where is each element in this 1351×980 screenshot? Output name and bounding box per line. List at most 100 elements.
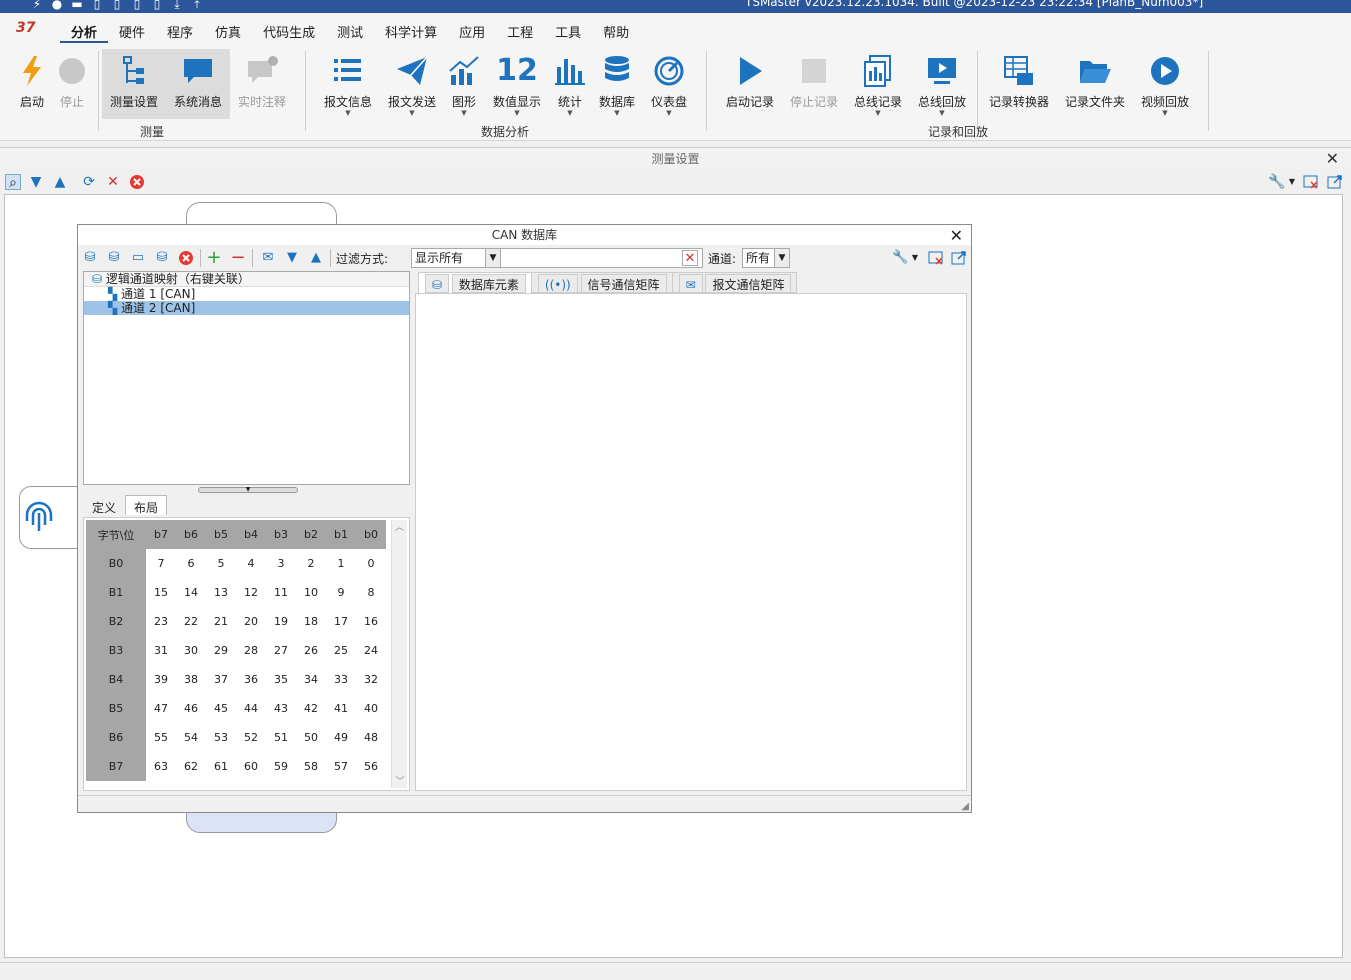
open-icon[interactable]: ▯ — [110, 0, 124, 11]
bit-cell[interactable]: 29 — [206, 636, 236, 665]
bit-cell[interactable]: 35 — [266, 665, 296, 694]
bit-cell[interactable]: 43 — [266, 694, 296, 723]
stop-record-button[interactable]: 停止记录 — [782, 49, 846, 119]
bit-cell[interactable]: 60 — [236, 752, 266, 781]
minus-icon[interactable]: − — [230, 249, 246, 267]
bit-cell[interactable]: 2 — [296, 549, 326, 578]
refresh-icon[interactable]: ⟳ — [81, 174, 97, 190]
bit-cell[interactable]: 39 — [146, 665, 176, 694]
circle-icon[interactable]: ● — [50, 0, 64, 11]
window-close-icon[interactable] — [1303, 174, 1319, 190]
filter-select[interactable]: 显示所有 ▼ — [411, 248, 501, 268]
envelope-icon[interactable]: ✉ — [260, 250, 276, 266]
bit-cell[interactable]: 5 — [206, 549, 236, 578]
bit-cell[interactable]: 16 — [356, 607, 386, 636]
bit-cell[interactable]: 28 — [236, 636, 266, 665]
menu-test[interactable]: 测试 — [326, 13, 374, 43]
bit-cell[interactable]: 21 — [206, 607, 236, 636]
plus-icon[interactable]: + — [206, 249, 222, 267]
menu-program[interactable]: 程序 — [156, 13, 204, 43]
menu-help[interactable]: 帮助 — [592, 13, 640, 43]
menu-analysis[interactable]: 分析 — [60, 13, 109, 43]
bit-cell[interactable]: 7 — [146, 549, 176, 578]
bit-cell[interactable]: 50 — [296, 723, 326, 752]
scroll-up-icon[interactable]: ︿ — [392, 520, 407, 534]
bit-cell[interactable]: 45 — [206, 694, 236, 723]
menu-apps[interactable]: 应用 — [448, 13, 496, 43]
menu-scientific[interactable]: 科学计算 — [374, 13, 448, 43]
download-icon[interactable]: ⤓ — [170, 0, 184, 11]
bit-cell[interactable]: 24 — [356, 636, 386, 665]
tree-item-channel-2[interactable]: ▚ 通道 2 [CAN] — [84, 301, 409, 315]
add-database-icon[interactable]: ⛁ — [82, 250, 98, 266]
bit-cell[interactable]: 3 — [266, 549, 296, 578]
bit-cell[interactable]: 15 — [146, 578, 176, 607]
window-close-icon[interactable] — [928, 250, 944, 266]
tab-signal-matrix[interactable]: ((•)) 信号通信矩阵 — [530, 272, 673, 293]
bit-cell[interactable]: 37 — [206, 665, 236, 694]
bus-record-button[interactable]: 总线记录 ▼ — [846, 49, 910, 119]
bit-cell[interactable]: 22 — [176, 607, 206, 636]
popout-icon[interactable] — [1327, 174, 1343, 190]
close-icon[interactable]: ✕ — [950, 226, 963, 245]
popout-icon[interactable] — [951, 250, 967, 266]
message-icon[interactable]: ▬ — [70, 0, 84, 11]
bit-cell[interactable]: 10 — [296, 578, 326, 607]
menu-project[interactable]: 工程 — [496, 13, 544, 43]
bit-cell[interactable]: 44 — [236, 694, 266, 723]
remove-database-icon[interactable]: ⛁ — [154, 250, 170, 266]
bit-cell[interactable]: 32 — [356, 665, 386, 694]
bit-cell[interactable]: 63 — [146, 752, 176, 781]
bit-cell[interactable]: 48 — [356, 723, 386, 752]
bit-cell[interactable]: 40 — [356, 694, 386, 723]
menu-simulation[interactable]: 仿真 — [204, 13, 252, 43]
save-icon[interactable]: ▯ — [130, 0, 144, 11]
bit-cell[interactable]: 58 — [296, 752, 326, 781]
triangle-down-icon[interactable]: ▼ — [284, 250, 300, 266]
bit-cell[interactable]: 20 — [236, 607, 266, 636]
app-logo[interactable]: 37 — [16, 20, 35, 36]
tab-message-matrix[interactable]: ✉ 报文通信矩阵 — [671, 272, 798, 293]
filter-text-input[interactable] — [501, 248, 703, 268]
stop-red-icon[interactable] — [178, 250, 194, 266]
menu-tools[interactable]: 工具 — [544, 13, 592, 43]
bit-cell[interactable]: 8 — [356, 578, 386, 607]
video-replay-button[interactable]: 视频回放 ▼ — [1133, 49, 1197, 119]
measurement-setup-button[interactable]: 测量设置 — [102, 49, 166, 119]
bit-cell[interactable]: 62 — [176, 752, 206, 781]
bit-cell[interactable]: 11 — [266, 578, 296, 607]
bit-cell[interactable]: 1 — [326, 549, 356, 578]
bit-cell[interactable]: 18 — [296, 607, 326, 636]
bit-cell[interactable]: 33 — [326, 665, 356, 694]
triangle-up-icon[interactable]: ▲ — [308, 250, 324, 266]
bit-cell[interactable]: 30 — [176, 636, 206, 665]
bit-cell[interactable]: 57 — [326, 752, 356, 781]
folder-icon[interactable]: ▭ — [130, 250, 146, 266]
bit-cell[interactable]: 31 — [146, 636, 176, 665]
save-as-icon[interactable]: ▯ — [150, 0, 164, 11]
stop-red-icon[interactable] — [129, 174, 145, 190]
bit-cell[interactable]: 38 — [176, 665, 206, 694]
message-info-button[interactable]: 报文信息 ▼ — [316, 49, 380, 119]
system-message-button[interactable]: 系统消息 — [166, 49, 230, 119]
bit-cell[interactable]: 12 — [236, 578, 266, 607]
bit-cell[interactable]: 19 — [266, 607, 296, 636]
resize-grip-icon[interactable]: ◢ — [961, 801, 969, 812]
bit-cell[interactable]: 6 — [176, 549, 206, 578]
bit-cell[interactable]: 49 — [326, 723, 356, 752]
bit-cell[interactable]: 36 — [236, 665, 266, 694]
stop-button[interactable]: 停止 — [40, 49, 104, 119]
wrench-icon[interactable]: 🔧 — [892, 250, 908, 266]
bit-cell[interactable]: 42 — [296, 694, 326, 723]
channel-tree[interactable]: ⛁ 逻辑通道映射（右键关联） ▚ 通道 1 [CAN] ▚ 通道 2 [CAN] — [83, 271, 410, 485]
bit-cell[interactable]: 53 — [206, 723, 236, 752]
clear-filter-icon[interactable]: ✕ — [682, 250, 698, 266]
database-elements-panel[interactable] — [415, 293, 967, 791]
bit-cell[interactable]: 0 — [356, 549, 386, 578]
bit-cell[interactable]: 9 — [326, 578, 356, 607]
record-converter-button[interactable]: 记录转换器 — [987, 49, 1051, 119]
menu-codegen[interactable]: 代码生成 — [252, 13, 326, 43]
tree-item-channel-1[interactable]: ▚ 通道 1 [CAN] — [84, 287, 409, 301]
upload-icon[interactable]: ⤒ — [190, 0, 204, 11]
triangle-down-icon[interactable]: ▼ — [28, 174, 44, 190]
